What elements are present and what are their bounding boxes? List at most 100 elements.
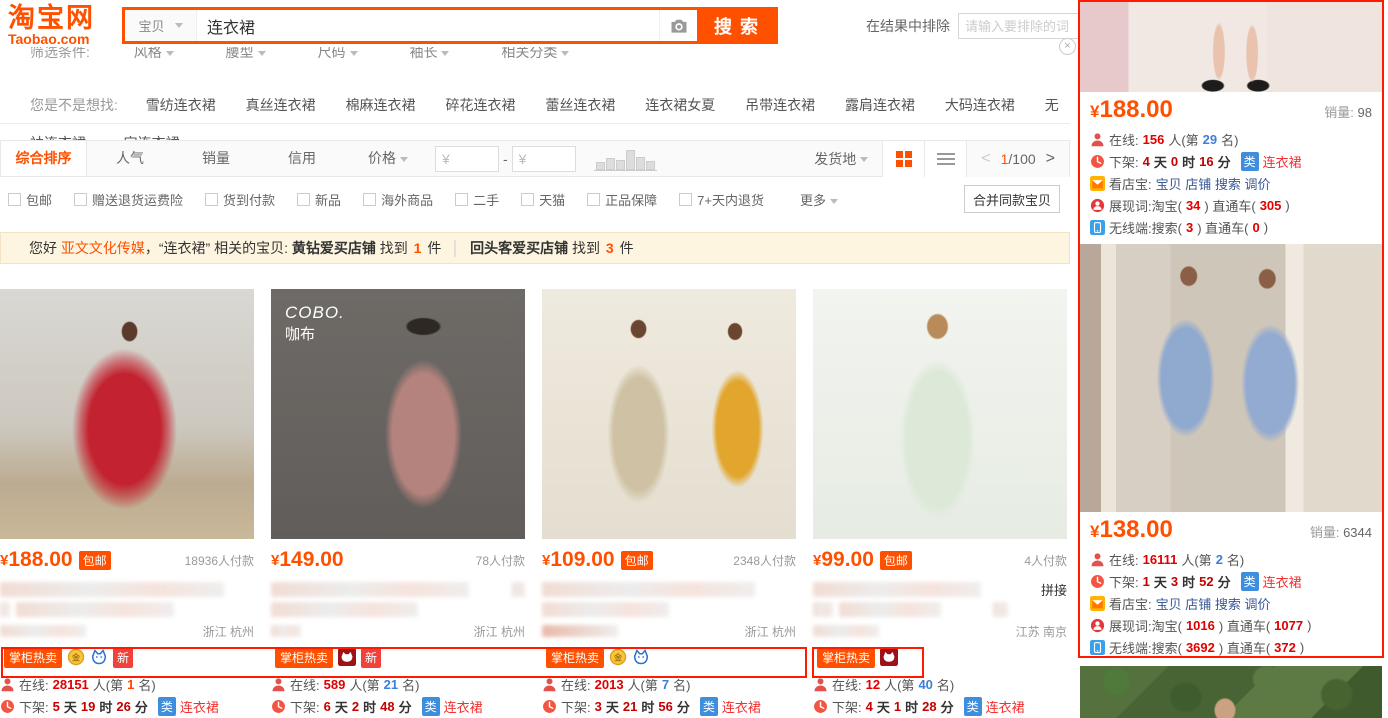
checkbox-icon[interactable] (679, 193, 692, 206)
search-button[interactable]: 搜索 (697, 10, 775, 41)
checkbox-return-insurance[interactable]: 赠送退货运费险 (74, 190, 183, 209)
clock-icon (1090, 154, 1105, 169)
search-category-label: 宝贝 (138, 16, 164, 35)
checkbox-tmall[interactable]: 天猫 (521, 190, 565, 209)
checkbox-7day-return[interactable]: 7+天内退货 (679, 190, 764, 209)
mobile-icon (1090, 640, 1105, 655)
filter-related-category[interactable]: 相关分类 (501, 47, 569, 60)
suggest-link[interactable]: 连衣裙女夏 (645, 97, 715, 113)
paid-count: 2348人付款 (733, 552, 796, 569)
product-title-censored[interactable] (542, 579, 796, 621)
checkbox-icon[interactable] (8, 193, 21, 206)
list-view-button[interactable] (924, 141, 966, 177)
suggest-link[interactable]: 棉麻连衣裙 (346, 97, 416, 113)
suggest-link[interactable]: 大码连衣裙 (945, 97, 1015, 113)
suggest-link[interactable]: 吊带连衣裙 (745, 97, 815, 113)
product-card: ¥ 99.00 包邮 4人付款 拼接 江苏 南京 掌柜热卖 (813, 289, 1067, 717)
category-link[interactable]: 连衣裙 (444, 697, 483, 716)
category-link[interactable]: 连衣裙 (1263, 572, 1302, 591)
chevron-down-icon (830, 199, 838, 204)
shop-monitor-links[interactable]: 宝贝 店铺 搜索 调价 (1156, 594, 1271, 613)
sort-tab-popularity[interactable]: 人气 (87, 141, 173, 176)
paid-count: 4人付款 (1024, 552, 1067, 569)
seller-location: 浙江 杭州 (745, 623, 796, 640)
filter-sleeve[interactable]: 袖长 (409, 47, 449, 60)
product-image[interactable] (813, 289, 1067, 539)
taobao-cat-red-icon (880, 648, 898, 666)
taobao-search-page: 淘宝网 Taobao.com 宝贝 搜索 在结果中排除 确定 × 筛选条件: 风… (0, 0, 1388, 718)
online-stat-row: 在线:12人(第40名) (813, 673, 1067, 695)
more-filters-dropdown[interactable]: 更多 (800, 190, 838, 209)
price-histogram-icon[interactable] (594, 147, 657, 171)
shop-monitor-links[interactable]: 宝贝 店铺 搜索 调价 (1156, 174, 1271, 193)
filter-size[interactable]: 尺码 (318, 47, 358, 60)
checkbox-free-shipping[interactable]: 包邮 (8, 190, 52, 209)
category-link[interactable]: 连衣裙 (986, 697, 1025, 716)
chevron-down-icon (441, 51, 449, 56)
checkbox-secondhand[interactable]: 二手 (455, 190, 499, 209)
product-card: COBO. 咖布 ¥ 149.00 78人付款 浙江 杭州 掌柜热卖 (271, 289, 525, 717)
product-title-censored[interactable] (0, 579, 254, 621)
online-stat-row: 在线:2013人(第7名) (542, 673, 796, 695)
product-image[interactable] (1080, 244, 1382, 512)
category-badge: 类 (700, 697, 718, 716)
list-view-icon (937, 150, 955, 168)
checkbox-overseas[interactable]: 海外商品 (363, 190, 433, 209)
price-max-input[interactable]: ¥ (512, 146, 576, 172)
checkbox-icon[interactable] (205, 193, 218, 206)
product-title-censored[interactable]: 拼接 (813, 579, 1067, 621)
suggest-link[interactable]: 真丝连衣裙 (246, 97, 316, 113)
merge-same-items-button[interactable]: 合并同款宝贝 (964, 185, 1060, 213)
product-image[interactable] (1080, 666, 1382, 718)
new-badge: 新 (361, 647, 381, 668)
ship-from-dropdown[interactable]: 发货地 (814, 149, 868, 169)
product-image[interactable] (542, 289, 796, 539)
checkbox-icon[interactable] (521, 193, 534, 206)
category-link[interactable]: 连衣裙 (1263, 152, 1302, 171)
search-category-dropdown[interactable]: 宝贝 (125, 10, 197, 41)
next-page-button[interactable]: > (1046, 150, 1055, 168)
product-image[interactable] (0, 289, 254, 539)
image-search-button[interactable] (659, 10, 697, 41)
checkbox-cod[interactable]: 货到付款 (205, 190, 275, 209)
checkbox-icon[interactable] (297, 193, 310, 206)
yuan-prefix: ¥ (442, 151, 450, 167)
suggest-link[interactable]: 露肩连衣裙 (845, 97, 915, 113)
offshelf-stat-row: 下架:4天0时16分 类 连衣裙 (1090, 150, 1372, 172)
category-link[interactable]: 连衣裙 (180, 697, 219, 716)
checkbox-icon[interactable] (587, 193, 600, 206)
price-min-input[interactable]: ¥ (435, 146, 499, 172)
suggest-link[interactable]: 蕾丝连衣裙 (545, 97, 615, 113)
person-icon (542, 677, 557, 692)
checkbox-icon[interactable] (363, 193, 376, 206)
suggest-link[interactable]: 碎花连衣裙 (445, 97, 515, 113)
search-input[interactable] (197, 10, 659, 41)
shop-name-link[interactable]: 亚文文化传媒 (61, 240, 145, 256)
sort-tab-credit[interactable]: 信用 (259, 141, 345, 176)
online-stat-row: 在线:28151人(第1名) (0, 673, 254, 695)
sort-tab-composite[interactable]: 综合排序 (1, 141, 87, 176)
product-image[interactable]: COBO. 咖布 (271, 289, 525, 539)
person-icon (1090, 132, 1105, 147)
suggest-link[interactable]: 雪纺连衣裙 (146, 97, 216, 113)
checkbox-icon[interactable] (455, 193, 468, 206)
divider: │ (451, 240, 460, 256)
product-title-censored[interactable] (271, 579, 525, 621)
chevron-down-icon (258, 51, 266, 56)
person-icon (0, 677, 15, 692)
chevron-down-icon (350, 51, 358, 56)
product-image[interactable] (1080, 2, 1382, 92)
category-link[interactable]: 连衣裙 (722, 697, 761, 716)
grid-view-button[interactable] (882, 141, 924, 177)
filter-waist[interactable]: 腰型 (226, 47, 266, 60)
filter-style[interactable]: 风格 (134, 47, 174, 60)
prev-page-button[interactable]: < (981, 150, 990, 168)
sort-tab-price[interactable]: 价格 (345, 141, 431, 176)
sort-tab-sales[interactable]: 销量 (173, 141, 259, 176)
taobao-logo[interactable]: 淘宝网 Taobao.com (8, 4, 118, 47)
logo-text-cn: 淘宝网 (8, 4, 118, 32)
checkbox-icon[interactable] (74, 193, 87, 206)
checkbox-new-item[interactable]: 新品 (297, 190, 341, 209)
checkbox-authentic[interactable]: 正品保障 (587, 190, 657, 209)
product-card: ¥ 109.00 包邮 2348人付款 浙江 杭州 掌柜热卖 金 (542, 289, 796, 717)
